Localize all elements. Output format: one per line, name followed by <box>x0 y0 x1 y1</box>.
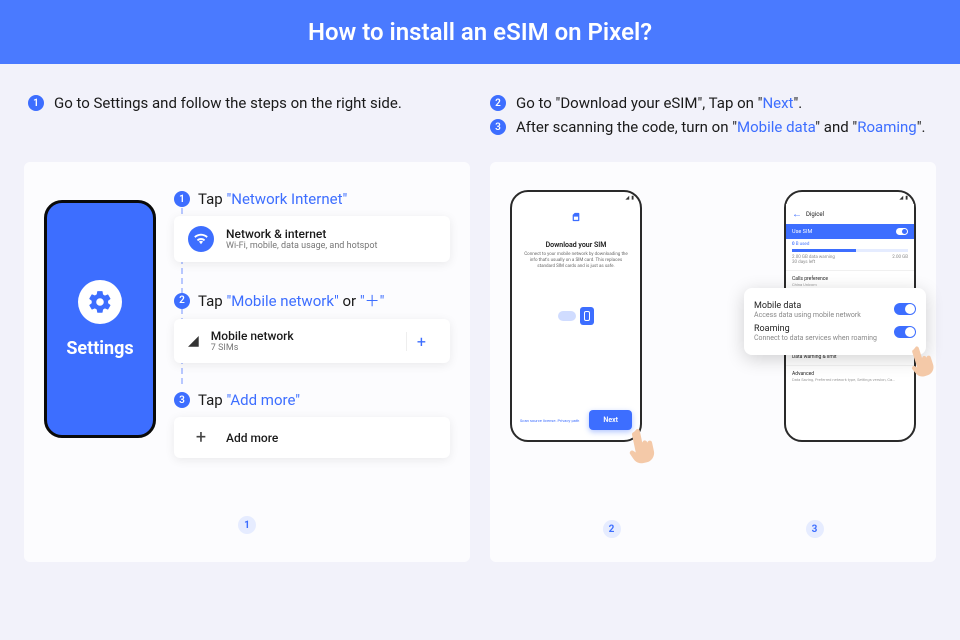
back-arrow-icon[interactable]: ← <box>792 209 802 220</box>
add-more-card[interactable]: + Add more <box>174 417 450 458</box>
card-title: Add more <box>226 431 278 445</box>
use-sim-row[interactable]: Use SIM <box>786 224 914 239</box>
sim-icon <box>512 208 640 227</box>
status-bar-icons: ◢▮ <box>786 192 914 204</box>
mobile-data-toggle[interactable] <box>894 303 916 315</box>
usage-progress-bar <box>792 249 908 252</box>
plus-icon[interactable]: + <box>406 332 436 351</box>
intro-right-line2: Go to "Download your eSIM", Tap on "Next… <box>516 94 802 112</box>
data-usage-block: 0 B used 2.00 GB data warning30 days lef… <box>786 239 914 271</box>
intro-badge-3: 3 <box>490 119 506 135</box>
step-badge-1: 1 <box>174 191 190 207</box>
mobile-data-popup: Mobile data Access data using mobile net… <box>744 288 926 355</box>
step-badge-3: 3 <box>174 392 190 408</box>
phone-settings-label: Settings <box>66 338 133 359</box>
roaming-toggle[interactable] <box>894 326 916 338</box>
download-sim-title: Download your SIM <box>512 241 640 249</box>
intro-right-line3: After scanning the code, turn on "Mobile… <box>516 118 925 136</box>
mobile-data-sub: Access data using mobile network <box>754 311 886 319</box>
mock-download-sim: ◢▮ Download your SIM Connect to your mob… <box>510 190 642 442</box>
panel-bottom-badge-2: 2 <box>603 520 621 538</box>
intro-left: 1 Go to Settings and follow the steps on… <box>28 88 470 142</box>
network-internet-card[interactable]: Network & internet Wi-Fi, mobile, data u… <box>174 216 450 262</box>
card-title: Network & internet <box>226 227 377 241</box>
advanced-row[interactable]: Advanced Data Saving, Preferred network … <box>786 366 914 387</box>
panel-bottom-badge-3: 3 <box>806 520 824 538</box>
signal-icon: ◢ <box>188 333 199 349</box>
scan-hint-link[interactable]: Scan source license. Privacy path <box>520 418 579 423</box>
intro-badge-2: 2 <box>490 95 506 111</box>
mobile-network-card[interactable]: ◢ Mobile network 7 SIMs + <box>174 319 450 363</box>
mock-download-sim-wrap: ◢▮ Download your SIM Connect to your mob… <box>510 190 642 442</box>
intro-row: 1 Go to Settings and follow the steps on… <box>0 64 960 158</box>
gear-icon <box>78 280 122 324</box>
wifi-icon <box>188 226 214 252</box>
mobile-data-title: Mobile data <box>754 301 886 311</box>
steps-column: 1 Tap "Network Internet" Network & inter… <box>174 190 450 516</box>
download-sim-desc: Connect to your mobile network by downlo… <box>512 249 640 273</box>
panel-1: Settings 1 Tap "Network Internet" <box>24 162 470 562</box>
status-bar-icons: ◢▮ <box>512 192 640 204</box>
roaming-sub: Connect to data services when roaming <box>754 334 886 342</box>
next-button[interactable]: Next <box>589 410 632 430</box>
pointer-hand-icon <box>625 425 662 466</box>
card-sub: Wi-Fi, mobile, data usage, and hotspot <box>226 241 377 251</box>
panels-row: Settings 1 Tap "Network Internet" <box>0 158 960 566</box>
page-title: How to install an eSIM on Pixel? <box>308 18 652 46</box>
cloud-icon <box>558 311 576 321</box>
phone-settings-mock: Settings <box>44 200 156 438</box>
simcard-icon <box>580 307 594 325</box>
plus-icon: + <box>188 427 214 448</box>
intro-badge-1: 1 <box>28 95 44 111</box>
intro-right: 2 Go to "Download your eSIM", Tap on "Ne… <box>490 88 932 142</box>
step-1: 1 Tap "Network Internet" Network & inter… <box>174 190 450 262</box>
panel-2: ◢▮ Download your SIM Connect to your mob… <box>490 162 936 562</box>
card-title: Mobile network <box>211 329 294 343</box>
step-2: 2 Tap "Mobile network" or "＋" ◢ Mobile n… <box>174 290 450 363</box>
mock-carrier-settings-wrap: ◢▮ ← Digicel Use SIM 0 B used 2.00 GB da… <box>784 190 916 442</box>
sim-cloud-graphic <box>512 307 640 325</box>
intro-left-text: Go to Settings and follow the steps on t… <box>54 94 402 112</box>
step-badge-2: 2 <box>174 293 190 309</box>
card-sub: 7 SIMs <box>211 343 294 353</box>
use-sim-toggle[interactable] <box>896 228 908 235</box>
roaming-title: Roaming <box>754 324 886 334</box>
panel-bottom-badge-1: 1 <box>238 516 256 534</box>
carrier-name: Digicel <box>806 211 824 218</box>
step-3: 3 Tap "Add more" + Add more <box>174 391 450 458</box>
header: How to install an eSIM on Pixel? <box>0 0 960 64</box>
